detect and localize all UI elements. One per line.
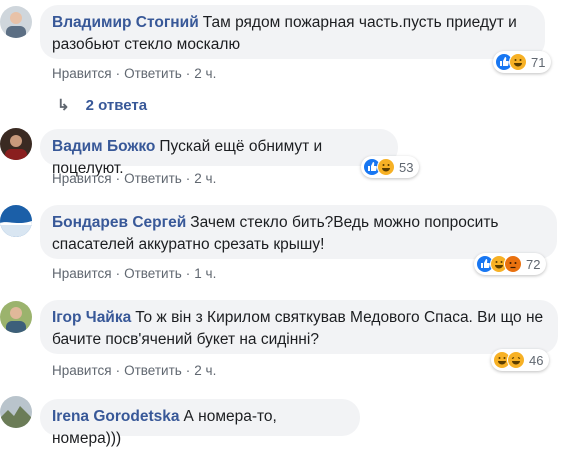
separator: · (115, 363, 121, 378)
comment-actions: Нравится · Ответить · 1 ч. (52, 266, 216, 281)
reactions-summary[interactable]: 46 (491, 349, 550, 371)
avatar[interactable] (0, 205, 32, 237)
reply-link[interactable]: Ответить (124, 171, 182, 186)
comment-author[interactable]: Бондарев Сергей (52, 214, 186, 231)
haha-icon (509, 53, 527, 71)
timestamp[interactable]: 2 ч. (194, 363, 216, 378)
like-link[interactable]: Нравится (52, 266, 112, 281)
comment-bubble: Владимир Стогний Там рядом пожарная часть… (40, 5, 545, 59)
like-link[interactable]: Нравится (52, 363, 112, 378)
separator: · (185, 171, 191, 186)
separator: · (115, 171, 121, 186)
avatar[interactable] (0, 6, 32, 38)
timestamp[interactable]: 1 ч. (194, 266, 216, 281)
avatar[interactable] (0, 128, 32, 160)
comment-author[interactable]: Irena Gorodetska (52, 408, 180, 425)
reactions-summary[interactable]: 53 (361, 156, 420, 178)
laugh-icon (507, 351, 525, 369)
timestamp[interactable]: 2 ч. (194, 66, 216, 81)
reply-link[interactable]: Ответить (124, 363, 182, 378)
reply-link[interactable]: Ответить (124, 266, 182, 281)
reply-arrow-icon: ↳ (57, 97, 70, 114)
separator: · (185, 66, 191, 81)
haha-icon (377, 158, 395, 176)
avatar[interactable] (0, 396, 32, 428)
comment-author[interactable]: Вадим Божко (52, 138, 155, 155)
like-link[interactable]: Нравится (52, 171, 112, 186)
comment-actions: Нравится · Ответить · 2 ч. (52, 66, 216, 81)
comment-bubble: Ігор Чайка То ж він з Кирилом святкував М… (40, 300, 558, 354)
separator: · (185, 363, 191, 378)
reactions-summary[interactable]: 71 (493, 51, 552, 73)
separator: · (115, 66, 121, 81)
comment-bubble: Вадим Божко Пускай ещё обнимут и поцелуют… (40, 129, 398, 177)
comment-bubble: Бондарев Сергей Зачем стекло бить?Ведь мо… (40, 205, 557, 259)
replies-count-label: 2 ответа (85, 97, 148, 114)
reactions-count: 53 (399, 159, 414, 175)
separator: · (185, 266, 191, 281)
like-link[interactable]: Нравится (52, 66, 112, 81)
comment-actions: Нравится · Ответить · 2 ч. (52, 363, 216, 378)
reactions-count: 71 (531, 54, 546, 70)
separator: · (115, 266, 121, 281)
comment-author[interactable]: Ігор Чайка (52, 309, 131, 326)
timestamp[interactable]: 2 ч. (194, 171, 216, 186)
view-replies-link[interactable]: ↳ 2 ответа (57, 96, 147, 114)
reactions-summary[interactable]: 72 (474, 253, 547, 275)
comment-author[interactable]: Владимир Стогний (52, 14, 199, 31)
comment-actions: Нравится · Ответить · 2 ч. (52, 171, 216, 186)
reply-link[interactable]: Ответить (124, 66, 182, 81)
comment-bubble: Irena Gorodetska А номера-то, номера))) (40, 399, 360, 447)
reactions-count: 72 (526, 256, 541, 272)
angry-icon (504, 255, 522, 273)
reactions-count: 46 (529, 352, 544, 368)
avatar[interactable] (0, 301, 32, 333)
